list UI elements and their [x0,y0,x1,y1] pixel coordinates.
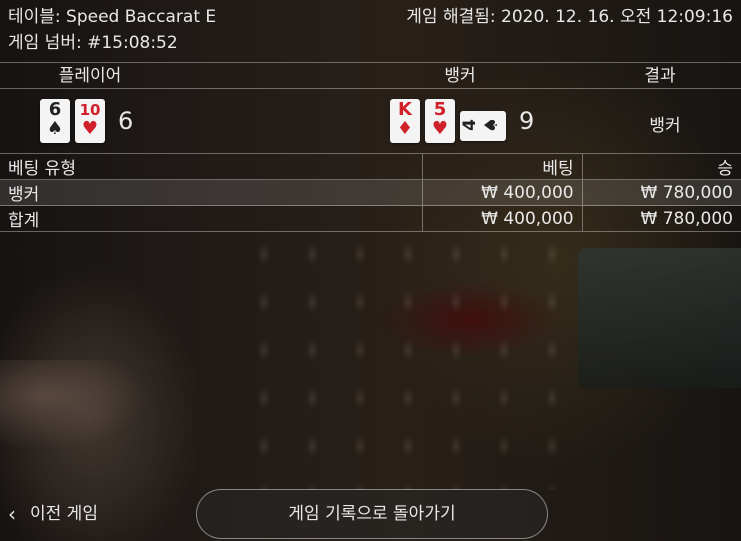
table-row-total: 합계 ₩ 400,000 ₩ 780,000 [0,205,741,232]
win-amount-header: 승 [581,154,741,180]
heart-icon: ♥ [431,118,449,139]
hands-header-row: 플레이어 뱅커 결과 [0,62,741,89]
player-card-1: 6 ♠ [40,99,70,143]
bet-type-header: 베팅 유형 [0,154,423,180]
table-name: 테이블: Speed Baccarat E [8,7,217,27]
banker-hand: K ♦ 5 ♥ 4 ♠ 9 [390,99,534,143]
player-hand: 6 ♠ 10 ♥ 6 [40,99,133,143]
win-amount-cell: ₩ 780,000 [581,205,741,232]
table-row: 뱅커 ₩ 400,000 ₩ 780,000 [0,179,741,206]
bet-type-cell: 뱅커 [0,179,423,206]
spade-icon: ♠ [481,116,503,134]
heart-icon: ♥ [81,118,99,139]
player-card-2: 10 ♥ [75,99,105,143]
footer: ‹ 이전 게임 게임 기록으로 돌아가기 [0,488,741,541]
game-header: 테이블: Speed Baccarat E 게임 해결됨: 2020. 12. … [8,4,733,58]
hands-row: 6 ♠ 10 ♥ 6 K ♦ 5 ♥ 4 ♠ 9 뱅커 [0,88,741,154]
previous-game-link[interactable]: ‹ 이전 게임 [8,502,98,526]
round-number: 게임 넘버: #15:08:52 [8,33,178,53]
result-value: 뱅커 [649,116,681,136]
back-to-history-button[interactable]: 게임 기록으로 돌아가기 [196,489,548,539]
result-column-header: 결과 [644,66,676,86]
chevron-left-icon: ‹ [8,502,16,526]
banker-card-3: 4 ♠ [460,111,506,141]
bets-table-header: 베팅 유형 베팅 승 [0,154,741,180]
win-amount-cell: ₩ 780,000 [581,179,741,206]
bet-amount-cell: ₩ 400,000 [422,205,583,232]
banker-card-2: 5 ♥ [425,99,455,143]
settled-time: 게임 해결됨: 2020. 12. 16. 오전 12:09:16 [406,7,733,27]
bet-type-cell: 합계 [0,205,423,232]
player-total: 6 [118,107,134,135]
previous-game-label: 이전 게임 [30,504,98,524]
game-details-panel: 테이블: Speed Baccarat E 게임 해결됨: 2020. 12. … [0,0,741,541]
banker-card-1: K ♦ [390,99,420,143]
bet-amount-header: 베팅 [422,154,583,180]
player-column-header: 플레이어 [58,66,122,86]
banker-total: 9 [519,107,535,135]
bets-table: 베팅 유형 베팅 승 뱅커 ₩ 400,000 ₩ 780,000 합계 ₩ 4… [0,154,741,232]
spade-icon: ♠ [46,118,64,139]
diamond-icon: ♦ [396,118,414,139]
banker-column-header: 뱅커 [444,66,476,86]
bet-amount-cell: ₩ 400,000 [422,179,583,206]
